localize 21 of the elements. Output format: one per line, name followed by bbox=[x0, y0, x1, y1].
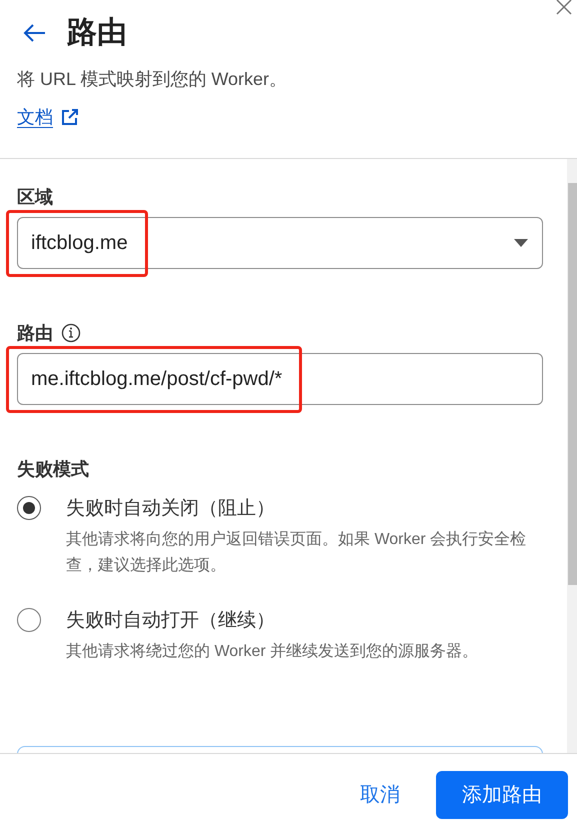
scrollbar[interactable] bbox=[567, 159, 577, 753]
caret-icon bbox=[514, 239, 528, 247]
radio-button[interactable] bbox=[17, 608, 41, 632]
page-title: 路由 bbox=[67, 15, 127, 51]
field-value: me.iftcblog.me/post/cf-pwd/* bbox=[31, 368, 282, 390]
field-label: 区域 bbox=[17, 186, 54, 209]
docs-link[interactable]: 文档 bbox=[17, 105, 53, 129]
option-description: 其他请求将向您的用户返回错误页面。如果 Worker 会执行安全检查，建议选择此选项。 bbox=[66, 530, 528, 576]
option-label: 失败时自动打开（继续） bbox=[66, 609, 276, 633]
external-link-icon bbox=[61, 108, 79, 126]
cancel-button[interactable]: 取消 bbox=[356, 773, 404, 816]
field-value: iftcblog.me bbox=[31, 232, 128, 254]
option-description: 其他请求将绕过您的 Worker 并继续发送到您的源服务器。 bbox=[66, 642, 480, 662]
info-icon[interactable] bbox=[61, 323, 81, 343]
field-label: 路由 bbox=[17, 322, 53, 345]
page-subtitle: 将 URL 模式映射到您的 Worker。 bbox=[17, 68, 288, 91]
add-route-button[interactable]: 添加路由 bbox=[436, 770, 568, 818]
section-label: 失败模式 bbox=[17, 458, 90, 481]
back-arrow-icon[interactable] bbox=[23, 22, 47, 42]
option-label: 失败时自动关闭（阻止） bbox=[66, 497, 276, 521]
radio-button[interactable] bbox=[17, 496, 41, 520]
